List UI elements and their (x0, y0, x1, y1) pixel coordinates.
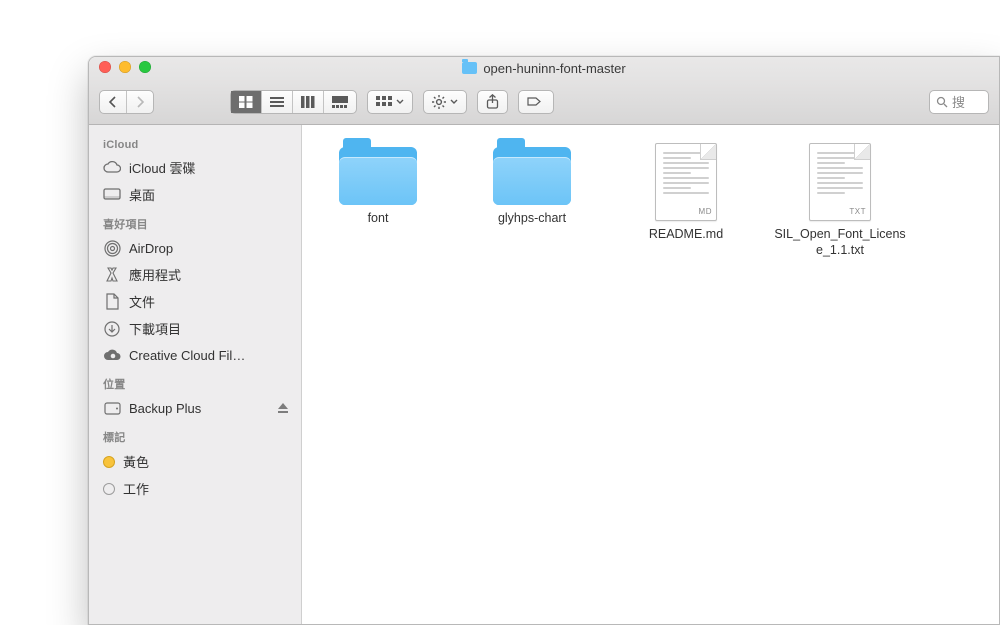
sidebar-item-applications[interactable]: 應用程式 (89, 261, 301, 288)
sidebar-item-label: 應用程式 (129, 265, 181, 284)
action-button[interactable] (423, 90, 467, 114)
file-grid: font glyhps-chart MD README.md (312, 143, 989, 258)
chevron-left-icon (108, 96, 118, 108)
folder-icon (339, 147, 417, 205)
search-placeholder: 搜 (952, 92, 965, 111)
view-icons-button[interactable] (231, 91, 262, 113)
file-name: SIL_Open_Font_License_1.1.txt (774, 227, 906, 258)
back-button[interactable] (100, 91, 127, 113)
window-title-text: open-huninn-font-master (483, 61, 625, 76)
applications-icon (103, 266, 121, 284)
file-name: README.md (649, 227, 723, 243)
close-button[interactable] (99, 61, 111, 73)
view-switcher (230, 90, 357, 114)
sidebar-item-label: 下載項目 (129, 319, 181, 338)
sidebar-item-downloads[interactable]: 下載項目 (89, 315, 301, 342)
view-gallery-button[interactable] (324, 91, 356, 113)
file-item[interactable]: font (312, 143, 444, 227)
chevron-down-icon (396, 99, 404, 105)
sidebar-item-backup-plus-row: Backup Plus (89, 395, 301, 421)
sidebar-header-favorites: 喜好項目 (89, 208, 301, 235)
content-area[interactable]: font glyhps-chart MD README.md (302, 125, 999, 624)
file-item[interactable]: MD README.md (620, 143, 752, 243)
sidebar-item-icloud-drive[interactable]: iCloud 雲碟 (89, 154, 301, 181)
gallery-view-icon (332, 96, 348, 108)
file-item[interactable]: glyhps-chart (466, 143, 598, 227)
sidebar-item-label: Creative Cloud Fil… (129, 348, 245, 363)
sidebar-item-label: iCloud 雲碟 (129, 158, 195, 177)
icons-view-icon (239, 96, 253, 108)
finder-window: open-huninn-font-master (88, 56, 1000, 625)
chevron-down-icon (450, 99, 458, 105)
sidebar: iCloud iCloud 雲碟 桌面 喜好項目 AirDrop 應用程式 文件 (89, 125, 302, 624)
search-icon (936, 96, 948, 108)
arrange-icon (376, 96, 392, 108)
folder-icon (462, 62, 477, 74)
creativecloud-icon (103, 346, 121, 364)
file-item[interactable]: TXT SIL_Open_Font_License_1.1.txt (774, 143, 906, 258)
sidebar-item-backup-plus[interactable]: Backup Plus (89, 395, 277, 421)
eject-button[interactable] (277, 402, 289, 414)
sidebar-item-label: AirDrop (129, 241, 173, 256)
window-body: iCloud iCloud 雲碟 桌面 喜好項目 AirDrop 應用程式 文件 (89, 125, 999, 624)
sidebar-item-creativecloud[interactable]: Creative Cloud Fil… (89, 342, 301, 368)
share-icon (486, 94, 499, 109)
sidebar-item-label: 桌面 (129, 185, 155, 204)
sidebar-item-label: 文件 (129, 292, 155, 311)
window-title: open-huninn-font-master (462, 61, 625, 76)
zoom-button[interactable] (139, 61, 151, 73)
disk-icon (103, 399, 121, 417)
document-icon: MD (655, 143, 717, 221)
columns-view-icon (301, 96, 315, 108)
sidebar-item-label: 工作 (123, 479, 149, 498)
file-name: glyhps-chart (498, 211, 566, 227)
file-badge: TXT (849, 207, 866, 216)
sidebar-item-desktop[interactable]: 桌面 (89, 181, 301, 208)
tags-button[interactable] (518, 90, 554, 114)
sidebar-item-airdrop[interactable]: AirDrop (89, 235, 301, 261)
sidebar-header-icloud: iCloud (89, 131, 301, 154)
file-name: font (368, 211, 389, 227)
airdrop-icon (103, 239, 121, 257)
sidebar-header-tags: 標記 (89, 421, 301, 448)
sidebar-item-label: 黃色 (123, 452, 149, 471)
nav-segment (99, 90, 154, 114)
sidebar-tag-yellow[interactable]: 黃色 (89, 448, 301, 475)
forward-button[interactable] (127, 91, 153, 113)
sidebar-tag-work[interactable]: 工作 (89, 475, 301, 502)
list-view-icon (270, 96, 284, 108)
downloads-icon (103, 320, 121, 338)
desktop-icon (103, 186, 121, 204)
sidebar-item-documents[interactable]: 文件 (89, 288, 301, 315)
minimize-button[interactable] (119, 61, 131, 73)
view-columns-button[interactable] (293, 91, 324, 113)
sidebar-item-label: Backup Plus (129, 401, 201, 416)
gear-icon (432, 95, 446, 109)
documents-icon (103, 293, 121, 311)
eject-icon (277, 402, 289, 414)
sidebar-header-locations: 位置 (89, 368, 301, 395)
folder-icon (493, 147, 571, 205)
window-controls (99, 61, 151, 73)
chevron-right-icon (135, 96, 145, 108)
view-list-button[interactable] (262, 91, 293, 113)
tag-icon (527, 95, 545, 108)
arrange-button[interactable] (367, 90, 413, 114)
document-icon: TXT (809, 143, 871, 221)
tag-dot-yellow-icon (103, 456, 115, 468)
tag-dot-empty-icon (103, 483, 115, 495)
search-field[interactable]: 搜 (929, 90, 989, 114)
file-badge: MD (699, 207, 712, 216)
icloud-icon (103, 159, 121, 177)
share-button[interactable] (477, 90, 508, 114)
titlebar: open-huninn-font-master (89, 57, 999, 79)
toolbar: 搜 (89, 79, 999, 125)
